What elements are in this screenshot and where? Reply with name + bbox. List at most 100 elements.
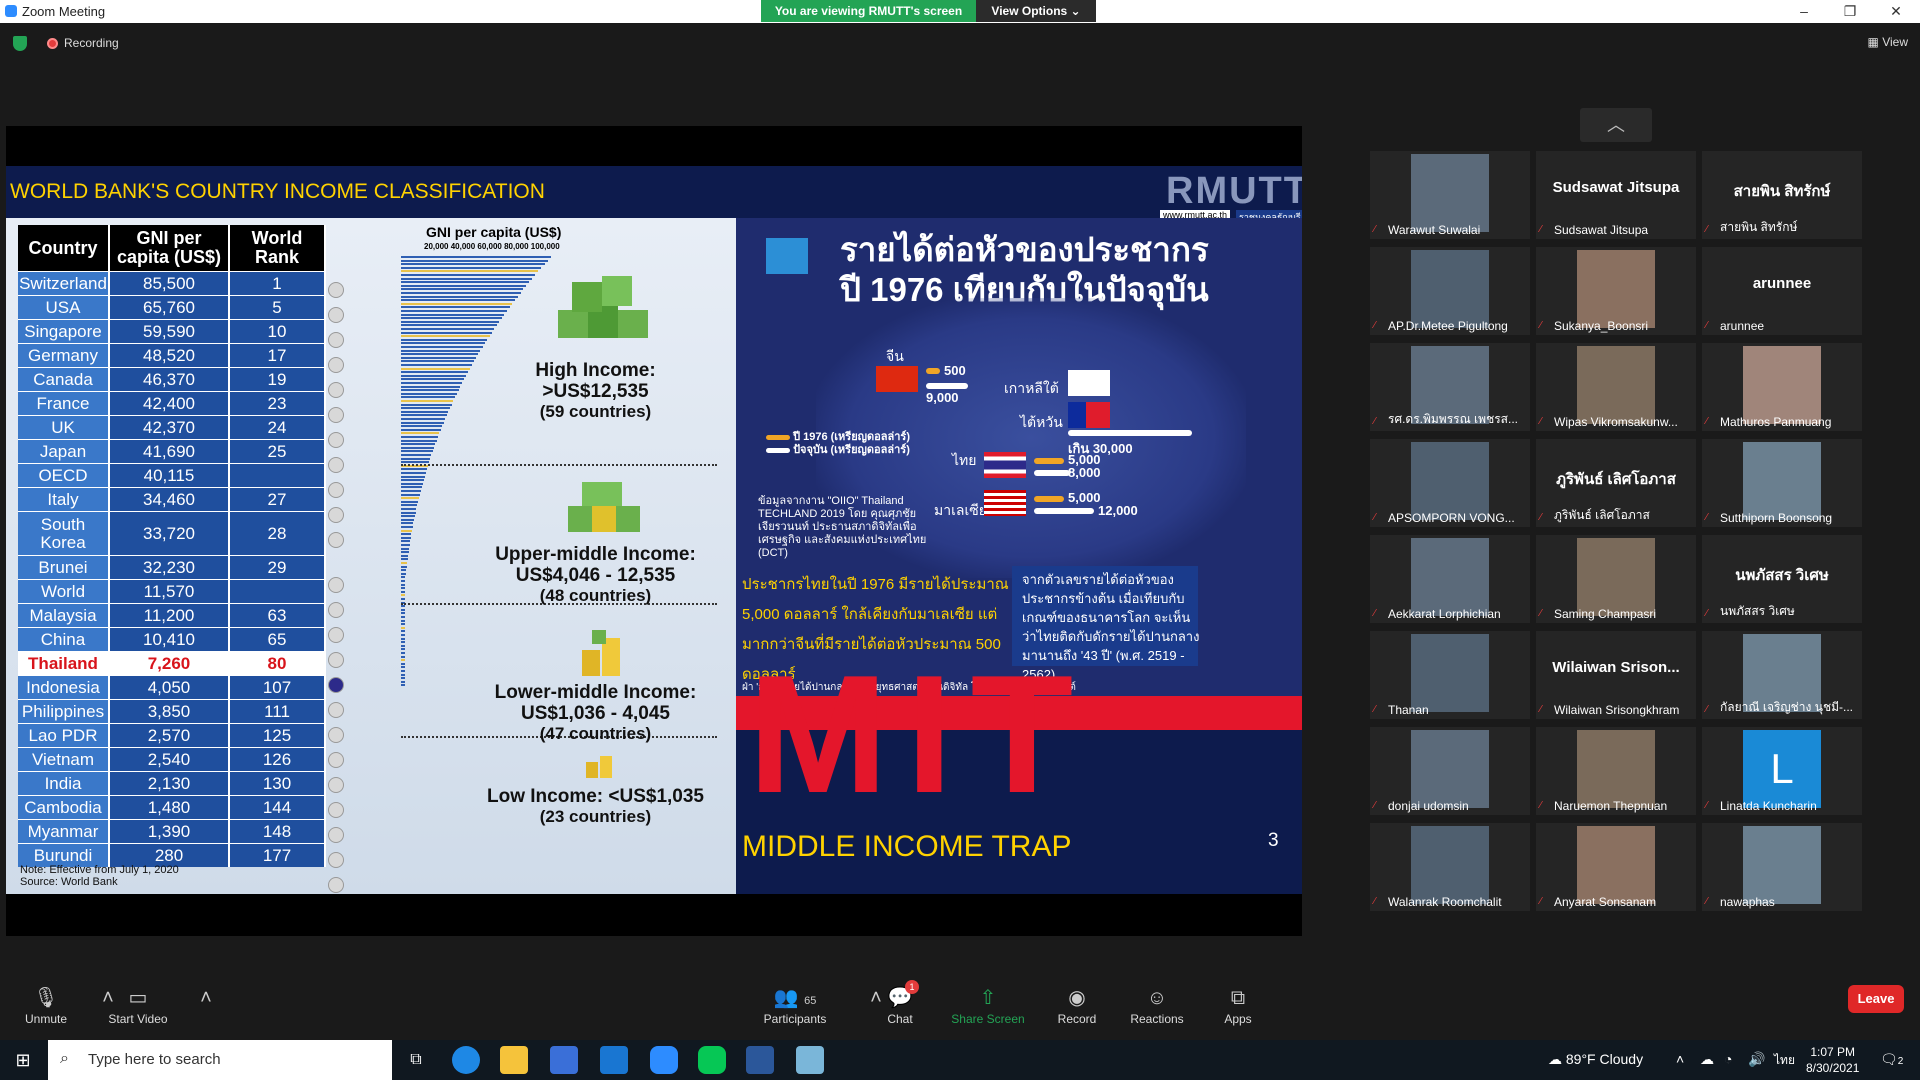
gni-bar — [401, 479, 424, 482]
record-button[interactable]: ◉ Record — [1037, 984, 1117, 1026]
participant-tile[interactable]: ⁄ Sukanya_Boonsri — [1536, 247, 1696, 335]
edge-icon[interactable] — [452, 1046, 480, 1074]
participant-tile[interactable]: L ⁄ Linatda Kuncharin — [1702, 727, 1862, 815]
view-options-button[interactable]: View Options ⌄ — [976, 0, 1096, 22]
participant-tile[interactable]: ⁄ Thanan — [1370, 631, 1530, 719]
participant-name: Wipas Vikromsakunw... — [1554, 415, 1678, 429]
leave-button[interactable]: Leave — [1848, 985, 1904, 1013]
participant-tile[interactable]: ⁄ Wipas Vikromsakunw... — [1536, 343, 1696, 431]
reactions-button[interactable]: ☺ Reactions — [1117, 984, 1197, 1026]
korea-flag-icon — [1068, 370, 1110, 396]
participant-tile[interactable]: ⁄ รศ.ดร.พิมพรรณ เพชรส... — [1370, 343, 1530, 431]
gni-bar — [401, 266, 542, 269]
rank-cell: 28 — [230, 512, 326, 555]
table-row: OECD 40,115 — [18, 463, 326, 487]
snipping-tool-icon[interactable] — [796, 1046, 824, 1074]
participant-name: รศ.ดร.พิมพรรณ เพชรส... — [1388, 412, 1518, 426]
gni-bar — [401, 612, 405, 615]
mail-icon[interactable] — [600, 1046, 628, 1074]
participant-video — [1411, 154, 1489, 232]
tray-chevron-icon[interactable]: ˄ — [1676, 1051, 1684, 1067]
gni-bar — [401, 349, 481, 352]
malaysia-flag-icon — [984, 490, 1026, 516]
country-flag-icon — [328, 577, 344, 593]
gni-bar — [401, 619, 405, 622]
table-row: Indonesia 4,050 107 — [18, 675, 326, 699]
country-cell: Thailand — [18, 652, 110, 675]
gni-bar — [401, 594, 405, 597]
meeting-top-strip: Recording ▦ View — [0, 23, 1920, 63]
close-button[interactable]: ✕ — [1874, 0, 1918, 22]
rank-cell: 148 — [230, 820, 326, 843]
participant-tile[interactable]: ⁄ กัลยาณี เจริญช่าง นุชมี-... — [1702, 631, 1862, 719]
korea-label: เกาหลีใต้ — [1004, 380, 1059, 396]
country-flag-icon — [328, 432, 344, 448]
participant-tile[interactable]: ⁄ donjai udomsin — [1370, 727, 1530, 815]
rank-cell: 177 — [230, 844, 326, 867]
participant-tile[interactable]: ⁄ Saming Champasri — [1536, 535, 1696, 623]
minimize-button[interactable]: – — [1782, 0, 1826, 22]
participant-tile[interactable]: ⁄ Aekkarat Lorphichian — [1370, 535, 1530, 623]
task-view-icon[interactable]: ⧉ — [402, 1046, 430, 1074]
gni-bar — [401, 551, 409, 554]
gni-bar — [401, 320, 500, 323]
chat-button[interactable]: 💬 1 Chat — [860, 980, 940, 1026]
participants-button[interactable]: 👥 65 Participants — [755, 984, 835, 1026]
participant-tile[interactable]: ภูริพันธ์ เลิศโอภาส ⁄ ภูริพันธ์ เลิศโอภาส — [1536, 439, 1696, 527]
participant-tile[interactable]: ⁄ Naruemon Thepnuan — [1536, 727, 1696, 815]
participant-tile[interactable]: ⁄ Walanrak Roomchalit — [1370, 823, 1530, 911]
participant-tile[interactable]: ⁄ Anyarat Sonsanam — [1536, 823, 1696, 911]
participant-tile[interactable]: Wilaiwan Srison... ⁄ Wilaiwan Srisongkhram — [1536, 631, 1696, 719]
view-button[interactable]: ▦ View — [1868, 35, 1908, 49]
participant-tile[interactable]: ⁄ Mathuros Panmuang — [1702, 343, 1862, 431]
gni-bar — [401, 641, 405, 644]
onedrive-icon[interactable]: ☁ — [1700, 1051, 1714, 1068]
security-shield-icon[interactable] — [13, 36, 27, 51]
country-cell: Germany — [18, 344, 110, 367]
participant-tile[interactable]: Sudsawat Jitsupa ⁄ Sudsawat Jitsupa — [1536, 151, 1696, 239]
share-screen-button[interactable]: ⇧ Share Screen — [948, 984, 1028, 1026]
participant-tile[interactable]: นพภัสสร วิเศษ ⁄ นพภัสสร วิเศษ — [1702, 535, 1862, 623]
gni-bar — [401, 598, 405, 600]
apps-button[interactable]: ⧉ Apps — [1198, 984, 1278, 1026]
taskbar-clock[interactable]: 1:07 PM 8/30/2021 — [1806, 1044, 1859, 1076]
chevron-up-icon: ˄ — [200, 987, 212, 1009]
line-icon[interactable] — [698, 1046, 726, 1074]
file-explorer-icon[interactable] — [500, 1046, 528, 1074]
participant-tile[interactable]: arunnee ⁄ arunnee — [1702, 247, 1862, 335]
country-flag-icon — [328, 627, 344, 643]
gni-cell: 85,500 — [110, 272, 230, 295]
mit-heading: MIT — [748, 640, 1092, 828]
low-income-label: Low Income: <US$1,035 (23 countries) — [487, 786, 704, 826]
table-row: Myanmar 1,390 148 — [18, 819, 326, 843]
video-options-button[interactable]: ˄ — [166, 984, 246, 1012]
gni-bar — [401, 392, 457, 395]
gni-bar — [401, 580, 406, 582]
store-icon[interactable] — [550, 1046, 578, 1074]
language-indicator[interactable]: ไทย — [1774, 1051, 1795, 1070]
word-icon[interactable] — [746, 1046, 774, 1074]
participants-count: 65 — [804, 995, 817, 1007]
network-icon[interactable]: ◔ — [1724, 1051, 1732, 1067]
participant-tile[interactable]: ⁄ nawaphas — [1702, 823, 1862, 911]
participant-tile[interactable]: สายพิน สิทรักษ์ ⁄ สายพิน สิทรักษ์ — [1702, 151, 1862, 239]
gni-bar — [401, 302, 513, 305]
participant-tile[interactable]: ⁄ APSOMPORN VONG... — [1370, 439, 1530, 527]
gni-bar — [401, 468, 427, 471]
volume-icon[interactable]: 🔊 — [1748, 1051, 1765, 1068]
weather-widget[interactable]: ☁ 89°F Cloudy — [1548, 1051, 1643, 1068]
gni-bar — [401, 342, 485, 345]
rank-cell: 111 — [230, 700, 326, 723]
participant-tile[interactable]: ⁄ Warawut Suwalai — [1370, 151, 1530, 239]
notification-icon[interactable]: 🗨2 — [1880, 1051, 1903, 1068]
participant-tile[interactable]: ⁄ AP.Dr.Metee Pigultong — [1370, 247, 1530, 335]
gni-bar — [401, 256, 551, 258]
gni-bar — [401, 407, 450, 410]
zoom-taskbar-icon[interactable] — [650, 1046, 678, 1074]
restore-button[interactable]: ❐ — [1828, 0, 1872, 22]
taskbar-search-input[interactable]: ⌕ Type here to search — [48, 1040, 392, 1080]
participant-tile[interactable]: ⁄ Sutthiporn Boonsong — [1702, 439, 1862, 527]
windows-start-icon[interactable]: ⊞ — [0, 1040, 46, 1080]
country-flag-icon — [328, 777, 344, 793]
gallery-scroll-up-button[interactable]: ︿ — [1580, 108, 1652, 142]
